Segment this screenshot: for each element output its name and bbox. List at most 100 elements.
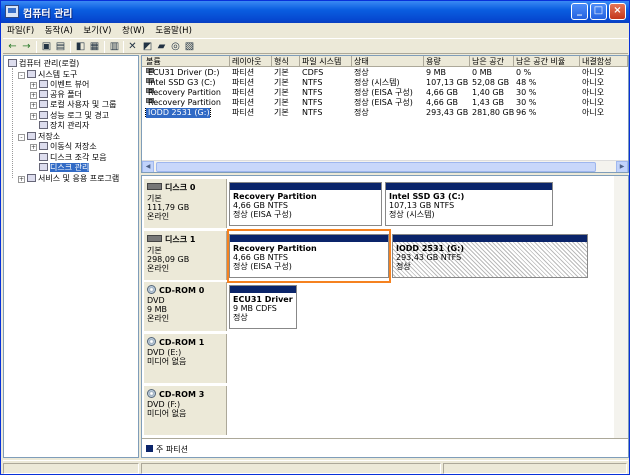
tree-item[interactable]: 서비스 및 응용 프로그램 [27, 174, 119, 184]
disk-label[interactable]: 디스크 0 기본 111,79 GB 온라인 [144, 179, 227, 228]
expand-icon[interactable]: + [18, 176, 25, 183]
title-bar[interactable]: 컴퓨터 관리 _ □ × [1, 1, 629, 23]
tree-item[interactable]: 시스템 도구 [27, 70, 77, 80]
partition-info: Intel SSD G3 (C:) 107,13 GB NTFS 정상 (시스템) [386, 190, 552, 225]
disk-label[interactable]: 디스크 1 기본 298,09 GB 온라인 [144, 231, 227, 280]
column-header[interactable]: 형식 [272, 56, 300, 67]
disk-info: 온라인 [147, 314, 170, 323]
disk-info: DVD (E:) [147, 348, 182, 357]
show-tree-icon[interactable]: ▤ [55, 41, 66, 52]
tree-item[interactable]: 이동식 저장소 [39, 142, 97, 152]
table-row[interactable]: ECU31 Driver (D:) 파티션 기본 CDFS 정상 9 MB 0 MB 0 % 아… [142, 68, 628, 78]
column-header[interactable]: 내결함성 [580, 56, 628, 67]
collapse-icon[interactable]: - [18, 72, 25, 79]
expand-icon[interactable]: + [30, 92, 37, 99]
partition-block[interactable]: Intel SSD G3 (C:) 107,13 GB NTFS 정상 (시스템) [385, 182, 553, 226]
close-button[interactable]: × [609, 3, 626, 20]
disk-row[interactable]: CD-ROM 3 DVD (F:) 미디어 없음 [142, 386, 612, 436]
volume-list-header: 볼륨 레이아웃 형식 파일 시스템 상태 용량 남은 공간 남은 공간 비율 내결함성 [142, 56, 628, 67]
tree-item[interactable]: 이벤트 뷰어 [39, 80, 89, 90]
tree-item[interactable]: 로컬 사용자 및 그룹 [39, 100, 117, 110]
menu-action[interactable]: 동작(A) [41, 23, 77, 37]
cell-pct: 48 % [516, 78, 537, 87]
tree-item[interactable]: 저장소 [27, 132, 60, 142]
expand-icon[interactable]: + [30, 82, 37, 89]
maximize-button[interactable]: □ [590, 3, 607, 20]
tree-item[interactable]: 디스크 관리 [39, 163, 90, 173]
table-row[interactable]: Recovery Partition 파티션 기본 NTFS 정상 (EISA 구성) 4… [142, 98, 628, 108]
tree-item[interactable]: 공유 폴더 [39, 90, 82, 100]
collapse-icon[interactable]: - [18, 134, 25, 141]
delete-icon[interactable]: ✕ [127, 41, 138, 52]
tree-item[interactable]: 장치 관리자 [39, 121, 89, 131]
scroll-left-icon[interactable]: ◀ [142, 161, 154, 172]
disk-label[interactable]: CD-ROM 3 DVD (F:) 미디어 없음 [144, 386, 227, 435]
column-header[interactable]: 레이아웃 [230, 56, 272, 67]
search-icon[interactable]: ◎ [170, 41, 181, 52]
table-row[interactable]: IODD 2531 (G:) 파티션 기본 NTFS 정상 293,43 GB 281,80… [142, 108, 628, 118]
column-header[interactable]: 상태 [352, 56, 424, 67]
tree-item[interactable]: 성능 로그 및 경고 [39, 111, 109, 121]
check-disk-icon[interactable]: ◩ [142, 41, 153, 52]
cell-layout: 파티션 [232, 78, 255, 87]
status-bar [3, 460, 628, 474]
expand-icon[interactable]: + [30, 113, 37, 120]
partition-block[interactable]: IODD 2531 (G:) 293,43 GB NTFS 정상 [392, 234, 588, 278]
disk-view-scrollbar[interactable] [614, 176, 628, 438]
volume-list-scrollbar[interactable]: ◀ ▶ [142, 160, 628, 172]
performance-icon [39, 111, 48, 119]
column-header[interactable]: 남은 공간 [470, 56, 514, 67]
column-header[interactable]: 용량 [424, 56, 470, 67]
cell-pct: 96 % [516, 108, 537, 117]
menu-help[interactable]: 도움말(H) [151, 23, 195, 37]
partition-block[interactable]: ECU31 Driver 9 MB CDFS 정상 [229, 285, 297, 329]
disk-info: 9 MB [147, 305, 168, 314]
disk-row[interactable]: CD-ROM 1 DVD (E:) 미디어 없음 [142, 334, 612, 384]
forward-arrow-icon[interactable]: → [21, 41, 32, 52]
column-header[interactable]: 볼륨 [144, 56, 230, 67]
disk-row[interactable]: 디스크 1 기본 298,09 GB 온라인 Recovery Partition 4,6… [142, 231, 612, 281]
table-row[interactable]: Recovery Partition 파티션 기본 NTFS 정상 (EISA 구성) 4… [142, 88, 628, 98]
disk-management-icon [39, 163, 48, 171]
disk-label[interactable]: CD-ROM 0 DVD 9 MB 온라인 [144, 282, 227, 331]
partition-block[interactable]: Recovery Partition 4,66 GB NTFS 정상 (EISA 구… [229, 234, 389, 278]
export-icon[interactable]: ▥ [109, 41, 120, 52]
cell-fs: NTFS [302, 98, 323, 107]
disk-row[interactable]: 디스크 0 기본 111,79 GB 온라인 Recovery Partition 4,6… [142, 179, 612, 229]
column-header[interactable]: 파일 시스템 [300, 56, 352, 67]
expand-icon[interactable]: + [30, 102, 37, 109]
menu-view[interactable]: 보기(V) [79, 23, 115, 37]
up-folder-icon[interactable]: ▣ [41, 41, 52, 52]
column-header[interactable]: 남은 공간 비율 [514, 56, 580, 67]
partition-block[interactable]: Recovery Partition 4,66 GB NTFS 정상 (EISA 구… [229, 182, 382, 226]
view-icon[interactable]: ▧ [184, 41, 195, 52]
disk-row[interactable]: CD-ROM 0 DVD 9 MB 온라인 ECU31 Driver 9 MB CDFS 정… [142, 282, 612, 332]
disk-label[interactable]: CD-ROM 1 DVD (E:) 미디어 없음 [144, 334, 227, 383]
menu-file[interactable]: 파일(F) [3, 23, 38, 37]
tree-item[interactable]: 컴퓨터 관리(로컬) [8, 59, 79, 69]
back-arrow-icon[interactable]: ← [7, 41, 18, 52]
open-folder-icon[interactable]: ▰ [156, 41, 167, 52]
console-tree[interactable]: 컴퓨터 관리(로컬) 시스템 도구 - 이벤트 뷰어 + 공유 폴더 + 로컬 사용자 및 그… [3, 55, 139, 458]
help-icon[interactable]: ▦ [89, 41, 100, 52]
tree-item-label: 공유 폴더 [50, 90, 82, 99]
scroll-thumb[interactable] [156, 162, 596, 172]
scroll-right-icon[interactable]: ▶ [616, 161, 628, 172]
properties-icon[interactable]: ◧ [75, 41, 86, 52]
cell-capacity: 9 MB [426, 68, 447, 77]
minimize-button[interactable]: _ [571, 3, 588, 20]
menu-window[interactable]: 창(W) [118, 23, 149, 37]
volume-list[interactable]: 볼륨 레이아웃 형식 파일 시스템 상태 용량 남은 공간 남은 공간 비율 내결함성 ECU3… [141, 55, 629, 173]
table-row[interactable]: Intel SSD G3 (C:) 파티션 기본 NTFS 정상 (시스템) 107,13… [142, 78, 628, 88]
partition-size: 9 MB CDFS [233, 304, 277, 313]
cell-free: 52,08 GB [472, 78, 510, 87]
cell-layout: 파티션 [232, 88, 255, 97]
computer-icon [8, 59, 17, 67]
disk-name: CD-ROM 3 [159, 390, 205, 399]
expand-icon[interactable]: + [30, 144, 37, 151]
tree-item-label: 시스템 도구 [38, 70, 78, 79]
cell-type: 기본 [274, 108, 289, 117]
disk-graphical-view[interactable]: 주 파티션 디스크 0 기본 111,79 GB 온라인 Recovery Partit… [141, 175, 629, 458]
storage-icon [27, 132, 36, 140]
tree-item[interactable]: 디스크 조각 모음 [39, 153, 107, 163]
